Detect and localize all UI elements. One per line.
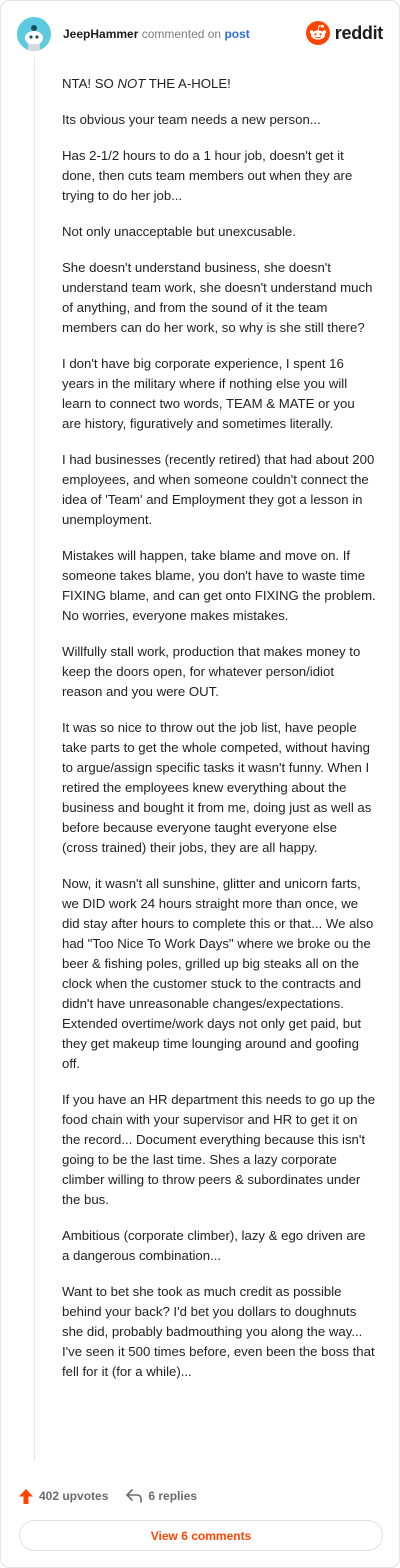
comment-header: JeepHammer commented on post reddit [17, 17, 383, 51]
comment-body: NTA! SO NOT THE A-HOLE! Its obvious your… [62, 74, 376, 1398]
snoo-avatar-icon[interactable] [17, 17, 51, 51]
comment-paragraph: Ambitious (corporate climber), lazy & eg… [62, 1228, 366, 1263]
post-link[interactable]: post [224, 27, 249, 41]
comment-paragraph: Mistakes will happen, take blame and mov… [62, 548, 376, 623]
action-text: commented on [141, 27, 222, 41]
upvote-button[interactable]: 402 upvotes [19, 1488, 109, 1504]
reply-count: 6 replies [148, 1489, 198, 1503]
reddit-alien-icon [305, 21, 330, 45]
reddit-logo[interactable]: reddit [305, 21, 384, 45]
thread-line [34, 57, 35, 1461]
comment-paragraph: I don't have big corporate experience, I… [62, 356, 355, 431]
comment-paragraph: If you have an HR department this needs … [62, 1092, 376, 1207]
comment-paragraph: Has 2-1/2 hours to do a 1 hour job, does… [62, 148, 353, 203]
comment-paragraph: I had businesses (recently retired) that… [62, 452, 375, 527]
comment-title: NTA! SO NOT THE A-HOLE! [62, 76, 231, 91]
comment-paragraph: She doesn't understand business, she doe… [62, 260, 373, 335]
comment-paragraph: It was so nice to throw out the job list… [62, 720, 372, 855]
upvote-arrow-icon [19, 1488, 33, 1504]
comment-footer: 402 upvotes 6 replies [19, 1485, 197, 1507]
upvote-count: 402 upvotes [39, 1489, 109, 1503]
comment-paragraph: Now, it wasn't all sunshine, glitter and… [62, 876, 374, 1071]
username-link[interactable]: JeepHammer [63, 27, 138, 41]
comment-paragraph: Not only unacceptable but unexcusable. [62, 224, 296, 239]
title-emphasis: NOT [117, 76, 146, 91]
comment-meta: JeepHammer commented on post [63, 26, 250, 42]
comment-card: JeepHammer commented on post reddit NTA!… [0, 0, 400, 1568]
view-comments-button[interactable]: View 6 comments [19, 1520, 383, 1551]
replies-button[interactable]: 6 replies [126, 1489, 197, 1503]
comment-paragraph: Its obvious your team needs a new person… [62, 112, 321, 127]
comment-paragraph: Willfully stall work, production that ma… [62, 644, 361, 699]
comment-paragraph: Want to bet she took as much credit as p… [62, 1284, 375, 1379]
brand-wordmark: reddit [334, 22, 384, 43]
reply-arrow-icon [126, 1489, 143, 1503]
